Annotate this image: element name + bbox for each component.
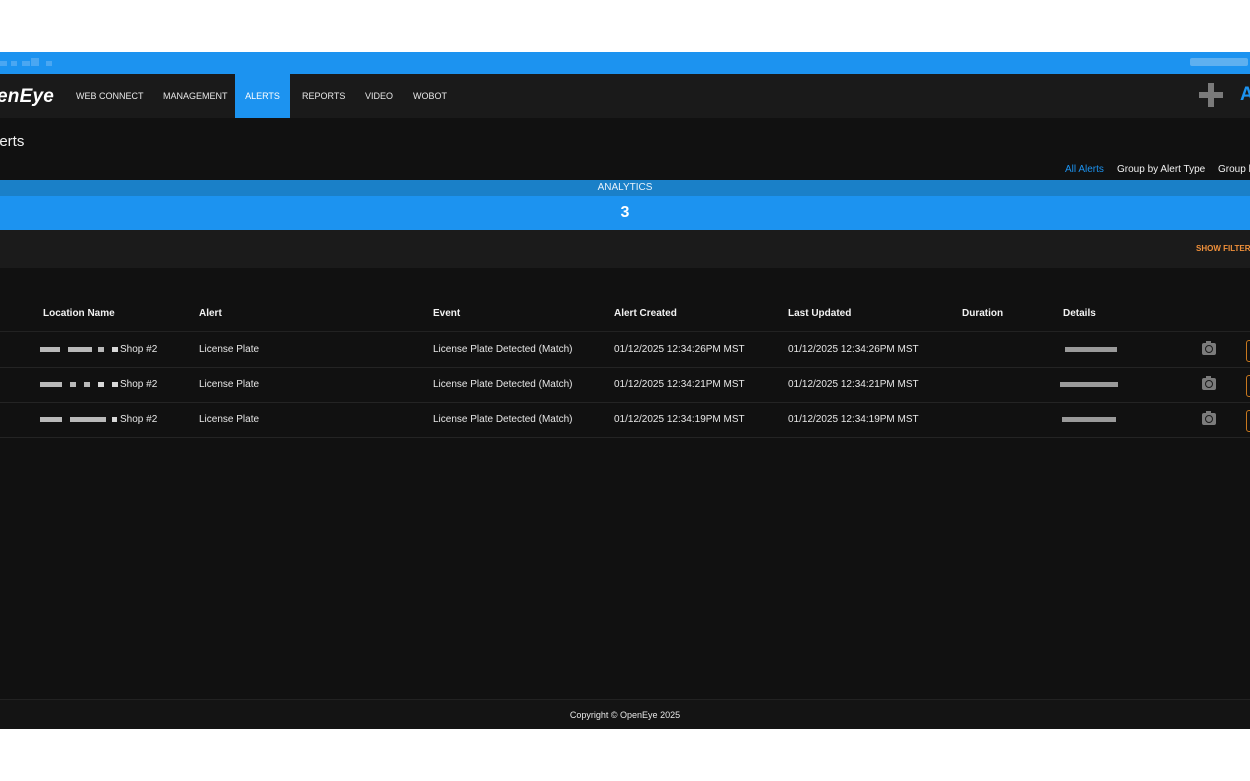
page-title: lerts [0,133,25,150]
redacted-text [11,61,17,66]
redacted-text [70,382,76,387]
link-all-alerts[interactable]: All Alerts [1065,164,1104,175]
nav-alerts[interactable]: ALERTS [235,74,290,118]
app-window: enEye WEB CONNECT MANAGEMENT ALERTS REPO… [0,52,1250,729]
nav-video[interactable]: VIDEO [365,74,393,118]
column-header[interactable]: Alert [199,308,222,319]
openeye-logo[interactable]: enEye [0,86,54,108]
redacted-text [98,347,104,352]
redacted-text [112,417,117,422]
column-header[interactable]: Event [433,308,460,319]
analytics-count[interactable]: 3 [0,196,1250,230]
table-row[interactable]: Shop #2 License Plate License Plate Dete… [0,333,1250,368]
redacted-text [0,61,7,66]
alert-created: 01/12/2025 12:34:21PM MST [614,379,745,390]
show-filters-button[interactable]: SHOW FILTER [1196,244,1250,253]
table-header: Location Name Alert Event Alert Created … [0,298,1250,332]
redacted-text [70,417,106,422]
column-header[interactable]: Alert Created [614,308,677,319]
alert-created: 01/12/2025 12:34:19PM MST [614,414,745,425]
column-header[interactable]: Details [1063,308,1096,319]
redacted-text [68,347,92,352]
last-updated: 01/12/2025 12:34:21PM MST [788,379,919,390]
redacted-text [40,347,60,352]
copyright-text: Copyright © OpenEye 2025 [569,710,681,720]
redacted-text [84,382,90,387]
account-icon[interactable]: A [1240,84,1250,106]
link-group-by-other[interactable]: Group b [1218,164,1250,175]
last-updated: 01/12/2025 12:34:19PM MST [788,414,919,425]
plus-icon[interactable] [1199,83,1223,107]
row-action-button[interactable] [1246,410,1250,432]
nav-reports[interactable]: REPORTS [302,74,345,118]
location-name: Shop #2 [120,379,158,390]
location-name: Shop #2 [120,344,158,355]
event-name: License Plate Detected (Match) [433,379,573,390]
camera-icon[interactable] [1202,341,1216,355]
redacted-details [1062,417,1116,422]
alert-type: License Plate [199,344,260,355]
row-action-button[interactable] [1246,340,1250,362]
table-row[interactable]: Shop #2 License Plate License Plate Dete… [0,368,1250,403]
redacted-text [46,61,52,66]
table-row[interactable]: Shop #2 License Plate License Plate Dete… [0,403,1250,438]
redacted-text [40,417,62,422]
nav-management[interactable]: MANAGEMENT [163,74,228,118]
redacted-text [22,61,30,66]
camera-icon[interactable] [1202,376,1216,390]
camera-icon[interactable] [1202,411,1216,425]
location-name: Shop #2 [120,414,158,425]
redacted-user-name[interactable] [1190,58,1248,66]
link-group-by-alert-type[interactable]: Group by Alert Type [1117,164,1205,175]
filter-bar: SHOW FILTER [0,230,1250,268]
redacted-details [1060,382,1118,387]
nav-wobot[interactable]: WOBOT [413,74,447,118]
redacted-text [112,347,118,352]
column-header[interactable]: Last Updated [788,308,851,319]
column-header[interactable]: Duration [962,308,1003,319]
event-name: License Plate Detected (Match) [433,344,573,355]
alert-created: 01/12/2025 12:34:26PM MST [614,344,745,355]
redacted-text [40,382,62,387]
analytics-header: ANALYTICS [0,180,1250,196]
last-updated: 01/12/2025 12:34:26PM MST [788,344,919,355]
event-name: License Plate Detected (Match) [433,414,573,425]
alert-type: License Plate [199,414,260,425]
top-status-strip [0,52,1250,74]
redacted-details [1065,347,1117,352]
redacted-text [112,382,118,387]
column-header[interactable]: Location Name [43,308,115,319]
nav-web-connect[interactable]: WEB CONNECT [76,74,144,118]
redacted-text [98,382,104,387]
alert-type: License Plate [199,379,260,390]
main-nav: enEye WEB CONNECT MANAGEMENT ALERTS REPO… [0,74,1250,118]
redacted-text [31,58,39,66]
row-action-button[interactable] [1246,375,1250,397]
footer: Copyright © OpenEye 2025 [0,699,1250,729]
